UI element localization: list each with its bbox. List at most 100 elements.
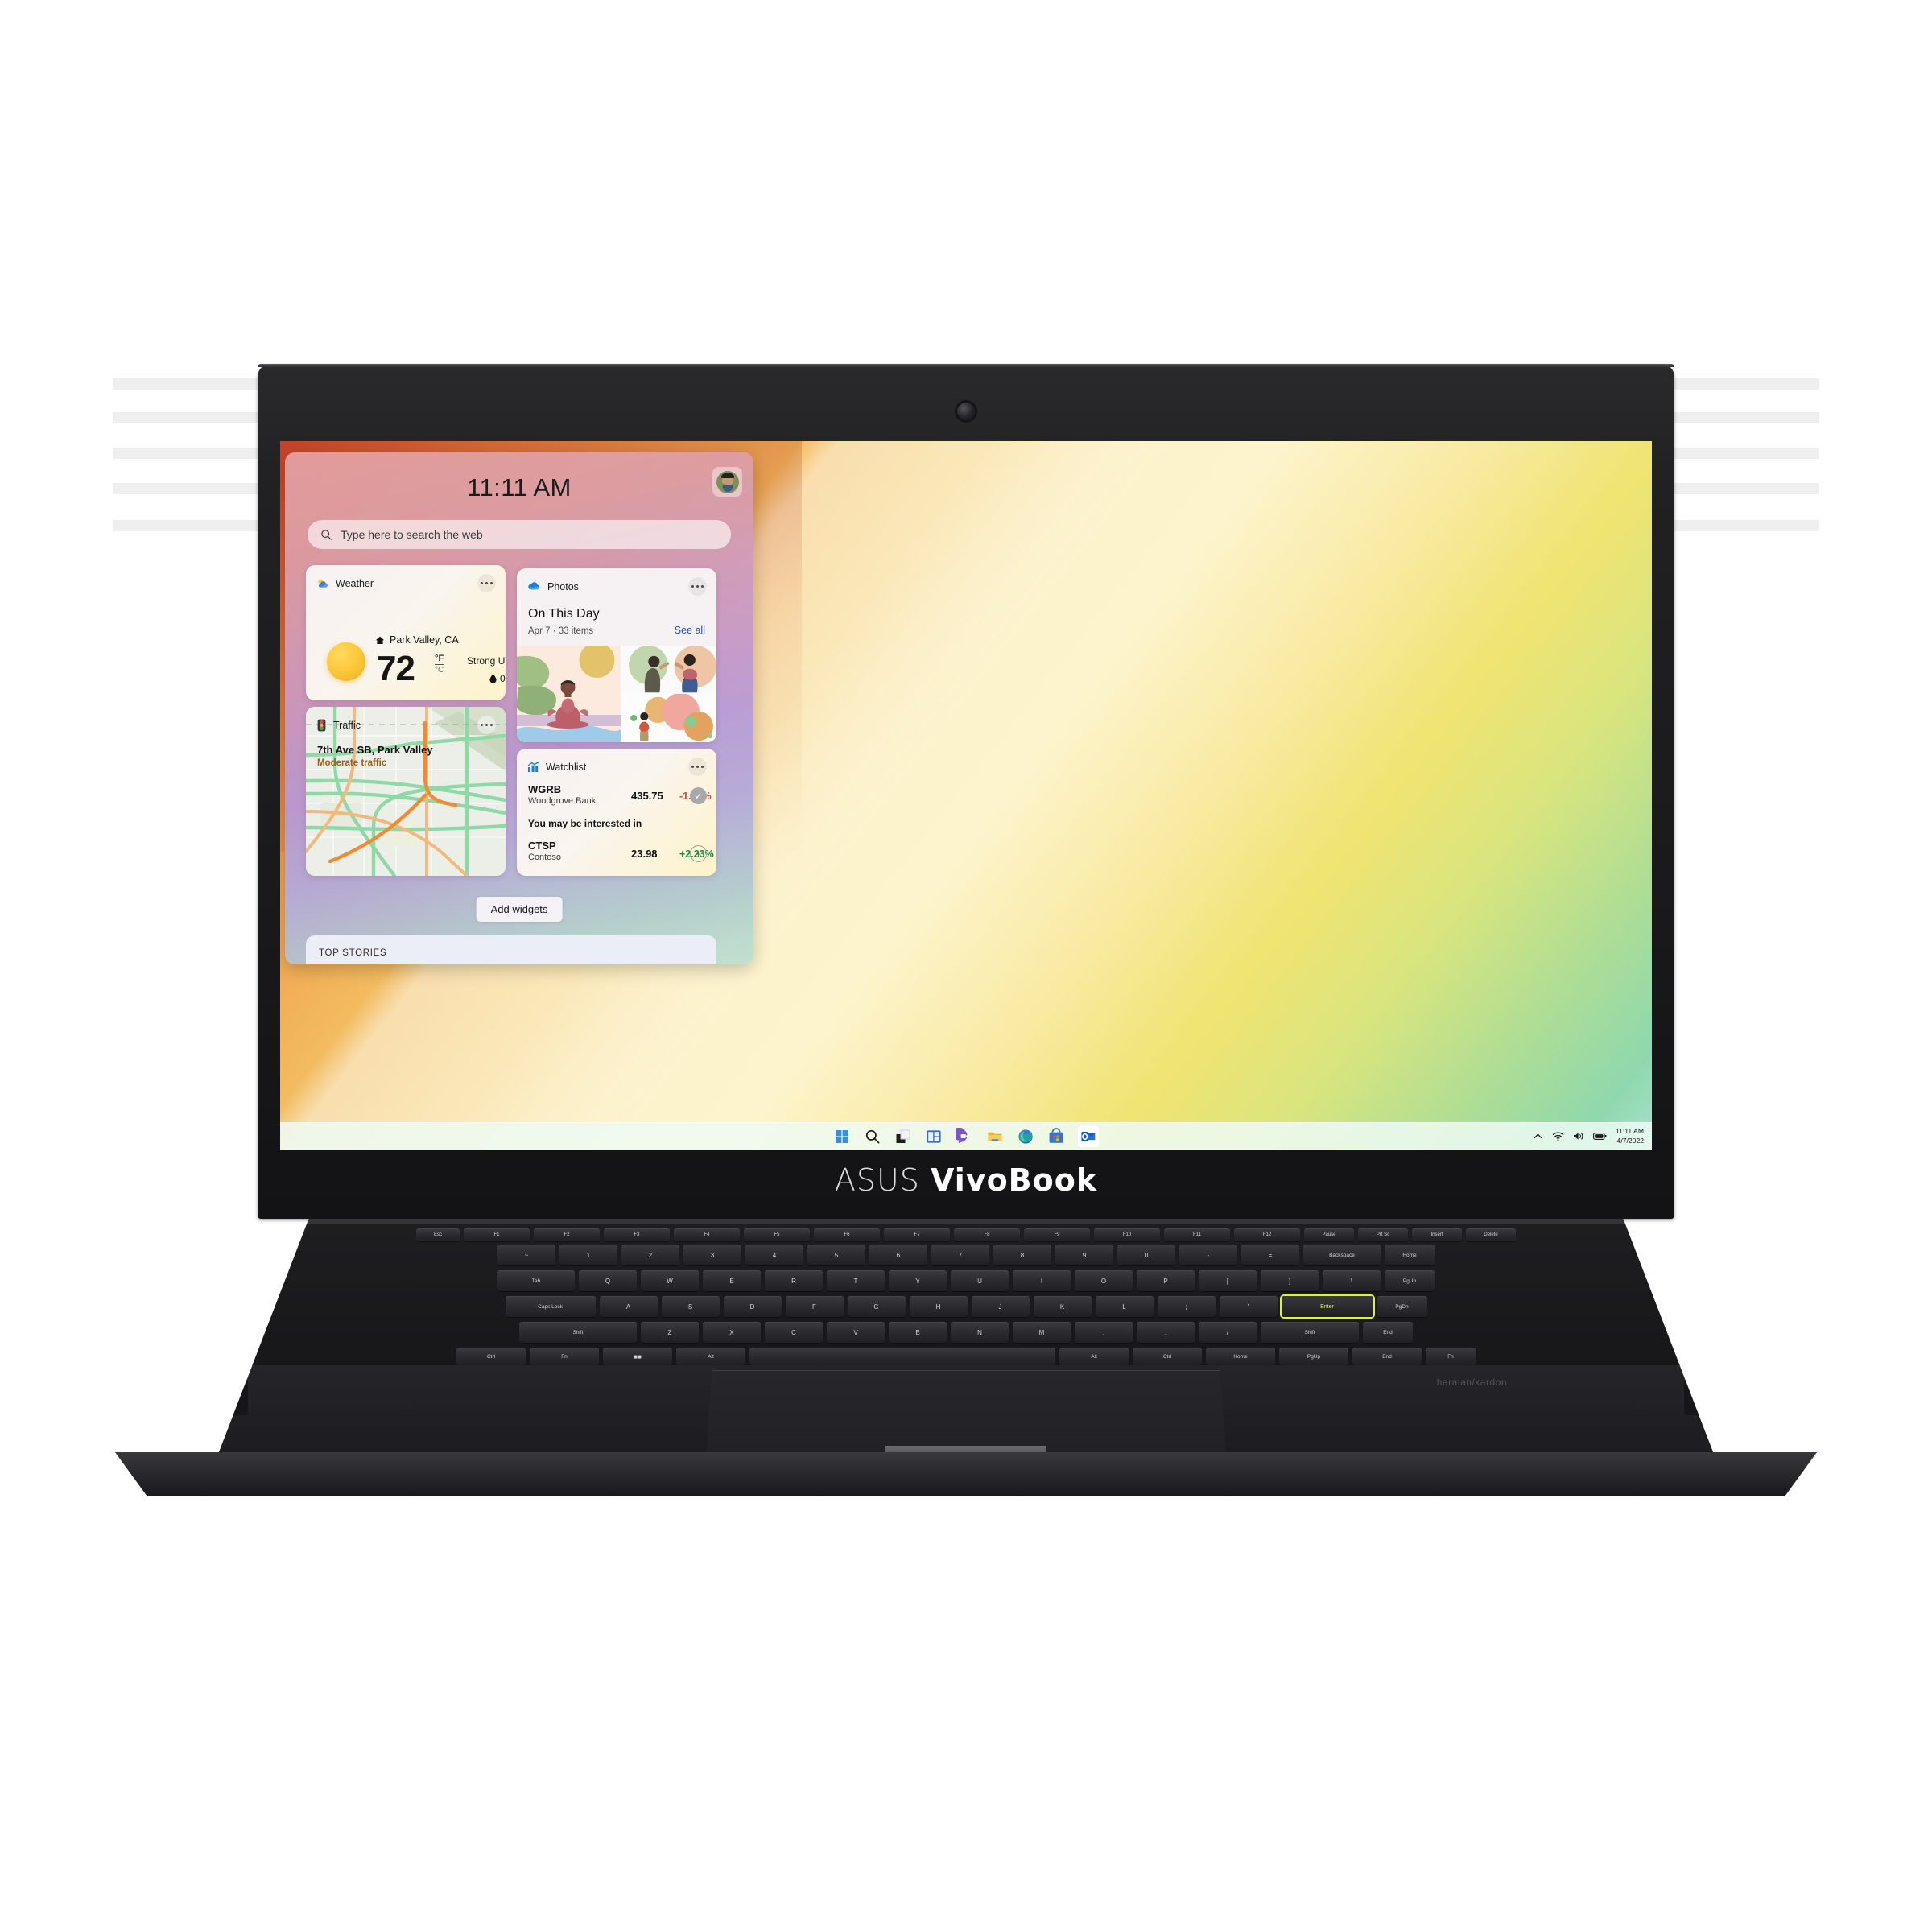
key-ctrl-left[interactable]: Ctrl [456,1348,526,1365]
key-w[interactable]: W [641,1270,699,1291]
key-slash[interactable]: / [1199,1322,1257,1343]
photos-collage[interactable] [517,646,716,742]
key-quote[interactable]: ' [1219,1296,1278,1317]
key-n[interactable]: N [951,1322,1009,1343]
key-f6[interactable]: F6 [814,1228,880,1241]
key-z[interactable]: Z [641,1322,699,1343]
key-f9[interactable]: F9 [1024,1228,1090,1241]
key-prtsc[interactable]: Prt Sc [1358,1228,1408,1241]
key-shift-right[interactable]: Shift [1261,1322,1359,1343]
key-minus[interactable]: - [1179,1245,1237,1265]
key-equal[interactable]: = [1241,1245,1299,1265]
key-r[interactable]: R [765,1270,823,1291]
key-space[interactable] [749,1348,1055,1365]
key-capslock[interactable]: Caps Lock [505,1296,596,1317]
key-i[interactable]: I [1013,1270,1071,1291]
key-p[interactable]: P [1137,1270,1195,1291]
key-f8[interactable]: F8 [954,1228,1020,1241]
key-enter[interactable]: Enter [1281,1296,1373,1317]
outlook-icon[interactable] [1078,1125,1099,1147]
key-arrow-right[interactable]: End [1352,1348,1422,1365]
search-icon[interactable] [864,1128,881,1146]
key-e[interactable]: E [703,1270,761,1291]
key-f4[interactable]: F4 [674,1228,740,1241]
key-k[interactable]: K [1033,1296,1092,1317]
photo-thumbnail[interactable] [620,646,716,694]
check-icon[interactable]: ✓ [690,787,707,804]
more-options-icon[interactable] [688,577,707,596]
key-f7[interactable]: F7 [884,1228,950,1241]
key-end[interactable]: End [1363,1322,1413,1343]
key-shift-left[interactable]: Shift [519,1322,637,1343]
key-s[interactable]: S [661,1296,720,1317]
search-input[interactable]: Type here to search the web [308,520,731,549]
key-v[interactable]: V [827,1322,885,1343]
key-h[interactable]: H [909,1296,968,1317]
key-arrow-left[interactable]: Home [1206,1348,1275,1365]
key-bracket-left[interactable]: [ [1199,1270,1257,1291]
key-4[interactable]: 4 [745,1245,803,1265]
key-f11[interactable]: F11 [1164,1228,1230,1241]
wifi-icon[interactable] [1552,1131,1564,1141]
photos-widget[interactable]: Photos On This Day Apr 7 · 33 items See … [517,568,716,742]
widgets-icon[interactable] [925,1128,943,1146]
key-c[interactable]: C [765,1322,823,1343]
key-2[interactable]: 2 [621,1245,679,1265]
key-alt-right[interactable]: Alt [1059,1348,1129,1365]
key-backslash[interactable]: \ [1323,1270,1381,1291]
watchlist-row[interactable]: WGRB Woodgrove Bank 435.75 -1.67% ✓ [528,783,712,805]
more-options-icon[interactable] [688,758,707,776]
key-a[interactable]: A [599,1296,658,1317]
key-f10[interactable]: F10 [1094,1228,1160,1241]
key-tab[interactable]: Tab [497,1270,575,1291]
key-backspace[interactable]: Backspace [1303,1245,1381,1265]
key-m[interactable]: M [1013,1322,1071,1343]
key-7[interactable]: 7 [931,1245,989,1265]
more-options-icon[interactable] [477,574,496,592]
key-b[interactable]: B [889,1322,947,1343]
avatar-button[interactable] [712,467,742,497]
key-f[interactable]: F [785,1296,844,1317]
key-f2[interactable]: F2 [534,1228,600,1241]
key-bracket-right[interactable]: ] [1261,1270,1319,1291]
key-pause[interactable]: Pause [1304,1228,1354,1241]
key-alt-left[interactable]: Alt [676,1348,745,1365]
key-0[interactable]: 0 [1117,1245,1175,1265]
key-fn[interactable]: Fn [530,1348,599,1365]
battery-icon[interactable] [1593,1132,1607,1141]
plus-icon[interactable]: + [690,845,707,862]
weather-unit-toggle[interactable]: °F °C [435,654,444,675]
weather-widget[interactable]: Weather Park Valley, CA 72 °F °C Strong … [306,565,506,700]
volume-icon[interactable] [1573,1131,1584,1141]
key-esc[interactable]: Esc [416,1228,460,1241]
key-g[interactable]: G [847,1296,906,1317]
traffic-widget[interactable]: Traffic 7th Ave SB, Park Valley Moderate… [306,707,506,876]
edge-icon[interactable] [1017,1128,1034,1146]
key-comma[interactable]: , [1075,1322,1133,1343]
key-tilde[interactable]: ~ [497,1245,555,1265]
more-options-icon[interactable] [477,716,496,734]
key-home[interactable]: Home [1385,1245,1435,1265]
key-u[interactable]: U [951,1270,1009,1291]
watchlist-widget[interactable]: Watchlist WGRB Woodgrove Bank 435.75 -1.… [517,749,716,876]
photos-see-all-link[interactable]: See all [675,625,705,636]
key-pgup[interactable]: PgUp [1385,1270,1435,1291]
key-x[interactable]: X [703,1322,761,1343]
microsoft-store-icon[interactable] [1047,1127,1065,1146]
key-pgdn[interactable]: PgDn [1377,1296,1427,1317]
key-windows[interactable]: ■■ [603,1348,672,1365]
key-arrow-updown[interactable]: PgUp [1279,1348,1348,1365]
key-ctrl-right[interactable]: Ctrl [1133,1348,1202,1365]
taskbar-clock[interactable]: 11:11 AM 4/7/2022 [1616,1127,1644,1145]
key-1[interactable]: 1 [559,1245,617,1265]
chevron-up-icon[interactable] [1533,1131,1543,1141]
key-8[interactable]: 8 [993,1245,1051,1265]
key-6[interactable]: 6 [869,1245,927,1265]
key-period[interactable]: . [1137,1322,1195,1343]
key-j[interactable]: J [971,1296,1030,1317]
key-fn-right[interactable]: Fn [1426,1348,1476,1365]
key-f3[interactable]: F3 [604,1228,670,1241]
photo-thumbnail[interactable] [517,646,621,742]
chat-icon[interactable] [952,1127,973,1146]
key-f1[interactable]: F1 [464,1228,530,1241]
